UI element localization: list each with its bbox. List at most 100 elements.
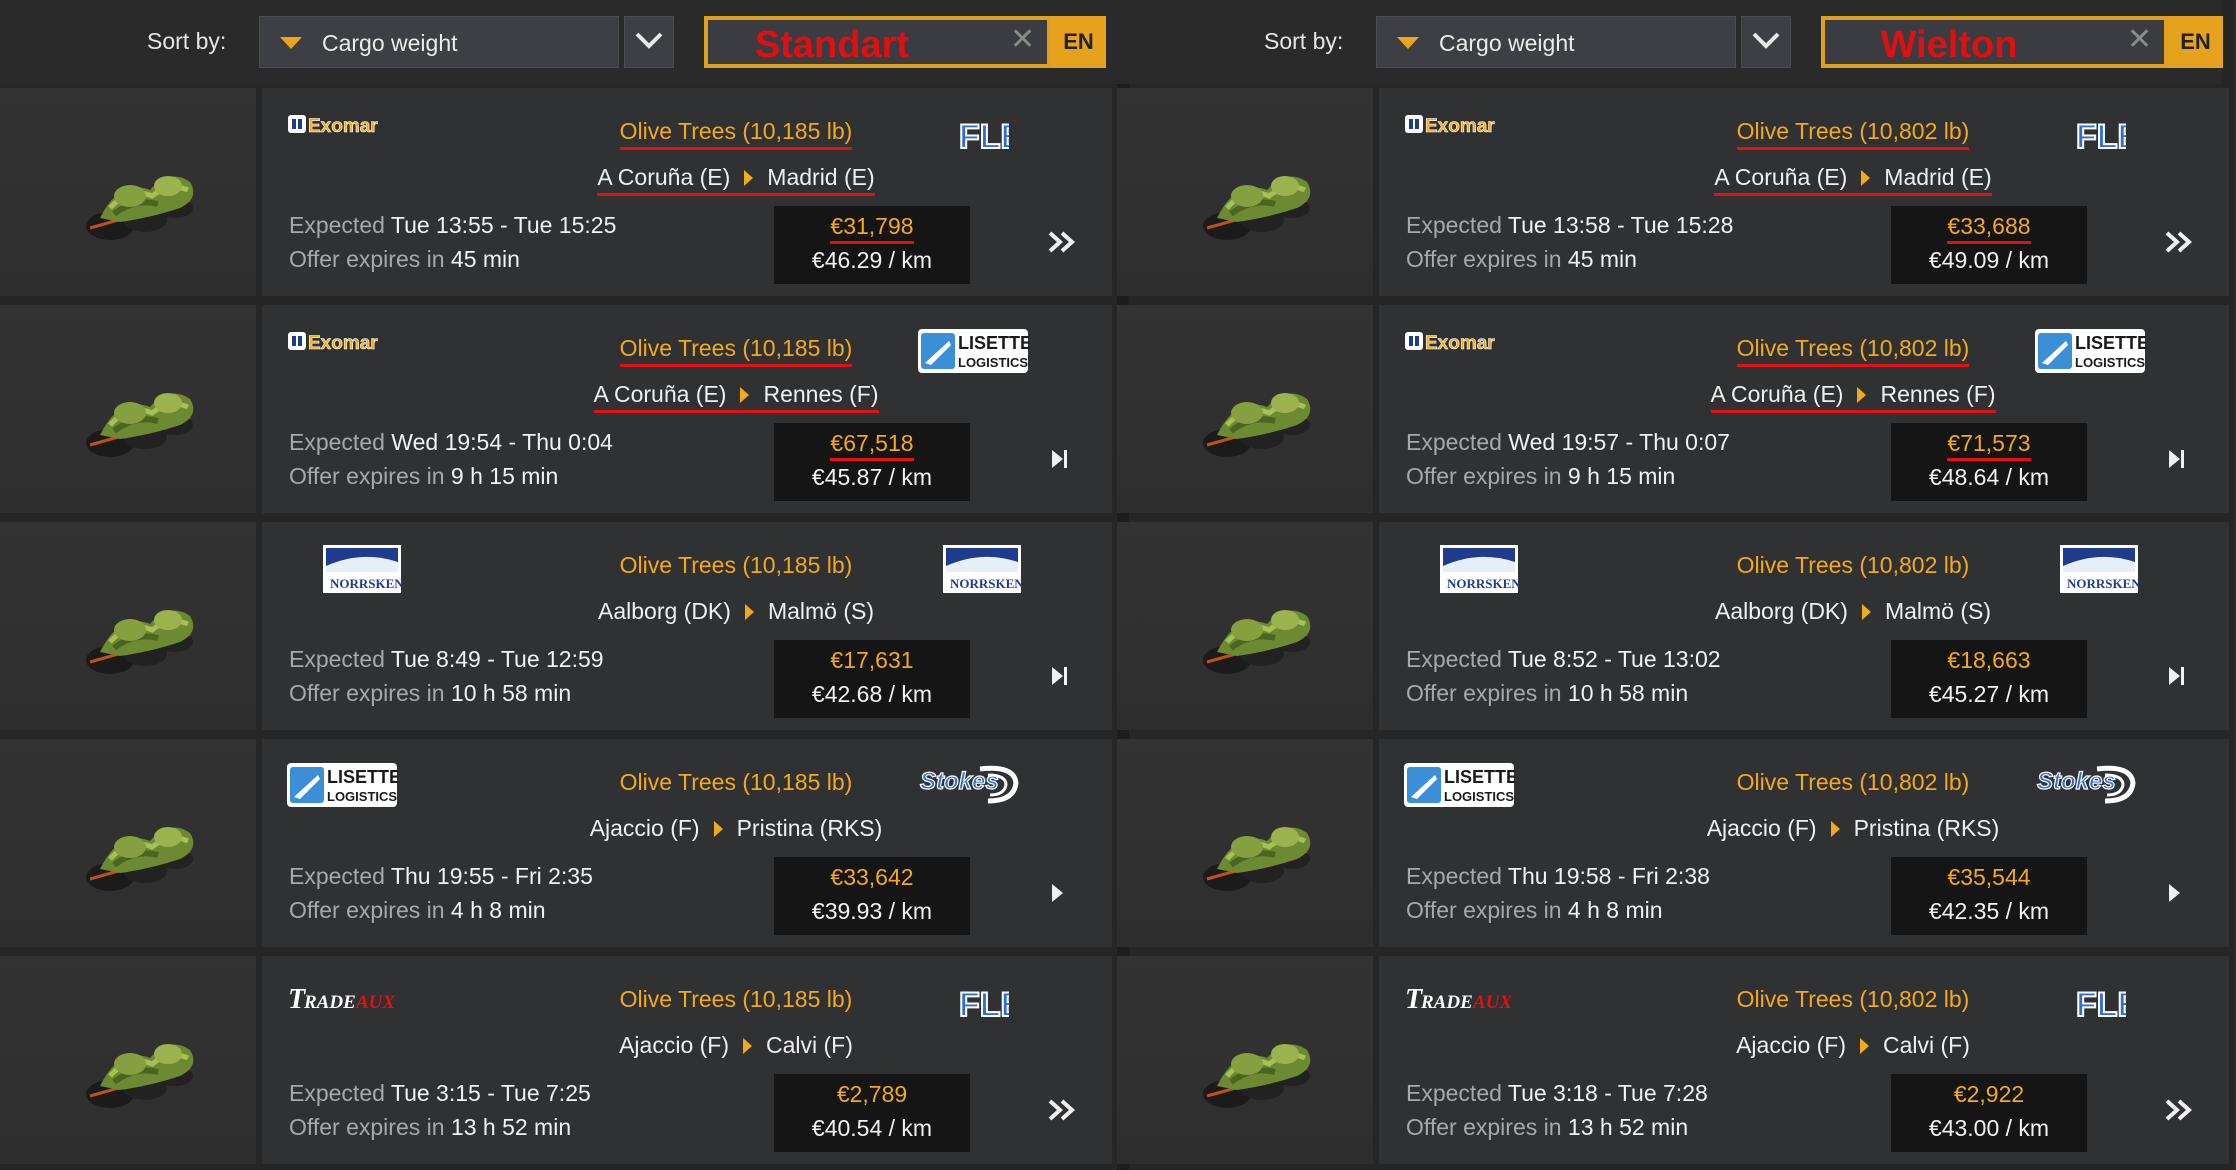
job-price: €17,631	[830, 647, 914, 673]
price-per-km: €45.87 / km	[811, 464, 933, 490]
search-input[interactable]: Standart ✕	[704, 16, 1051, 68]
sort-direction-icon[interactable]	[280, 37, 302, 49]
route-arrow-icon	[1861, 170, 1871, 186]
expected-time: Expected Tue 8:52 - Tue 13:02	[1406, 646, 1721, 672]
play-icon[interactable]	[1047, 881, 1067, 910]
skip-forward-icon[interactable]	[1047, 664, 1071, 693]
route: Ajaccio (F) Calvi (F)	[1641, 1032, 2065, 1059]
skip-forward-icon[interactable]	[2164, 664, 2188, 693]
svg-text:Exomar: Exomar	[308, 116, 378, 137]
source-company-logo: Exomar	[1403, 327, 1503, 371]
job-card[interactable]: TRADEAUX FLE Olive Trees (10,802 lb) Ajacci…	[1379, 956, 2229, 1164]
job-offer-row[interactable]: LISETTE LOGISTICS Stokes Olive Trees (10,80…	[1117, 739, 2229, 947]
cargo-name: Olive Trees (10,185 lb)	[524, 552, 948, 579]
job-card[interactable]: Exomar LISETTE LOGISTICS Olive Trees (10,18…	[262, 305, 1112, 513]
job-price: €2,922	[1953, 1081, 2025, 1107]
job-price: €33,642	[830, 864, 914, 890]
price-per-km: €48.64 / km	[1928, 464, 2050, 490]
sort-label: Sort by:	[147, 28, 227, 54]
route: Ajaccio (F) Pristina (RKS)	[1641, 815, 2065, 842]
cargo-thumbnail	[1117, 522, 1373, 730]
job-card[interactable]: Exomar FLE Olive Trees (10,185 lb) A Coruña…	[262, 88, 1112, 296]
job-offer-row[interactable]: NORRSKEN NORRSKEN Olive Trees (10,802 lb) A…	[1117, 522, 2229, 730]
route-from: Ajaccio (F)	[1736, 1032, 1846, 1058]
job-market-comparison: Sort by: Cargo weight Standart ✕ EN Exomar FLE…	[0, 0, 2236, 1170]
cargo-name: Olive Trees (10,185 lb)	[524, 335, 948, 367]
job-card[interactable]: TRADEAUX FLE Olive Trees (10,185 lb) Ajacci…	[262, 956, 1112, 1164]
job-offer-row[interactable]: Exomar FLE Olive Trees (10,185 lb) A Coruña…	[0, 88, 1117, 296]
cargo-label: Olive Trees (10,802 lb)	[1736, 769, 1970, 795]
route-from: A Coruña (E)	[1710, 381, 1844, 407]
job-offer-row[interactable]: Exomar FLE Olive Trees (10,802 lb) A Coruña…	[1117, 88, 2229, 296]
svg-text:NORRSKEN: NORRSKEN	[950, 576, 1022, 591]
price-box: €2,922 €43.00 / km	[1891, 1074, 2087, 1152]
price-per-km: €39.93 / km	[811, 898, 933, 924]
cargo-name: Olive Trees (10,185 lb)	[524, 118, 948, 150]
job-offer-row[interactable]: NORRSKEN NORRSKEN Olive Trees (10,185 lb) A…	[0, 522, 1117, 730]
price-per-km: €40.54 / km	[811, 1115, 933, 1141]
sort-select[interactable]: Cargo weight	[259, 16, 619, 68]
language-button[interactable]: EN	[2168, 16, 2223, 68]
route-from: A Coruña (E)	[1714, 164, 1848, 190]
skip-forward-icon[interactable]	[1047, 447, 1071, 476]
route: A Coruña (E) Madrid (E)	[524, 164, 948, 196]
skip-forward-icon[interactable]	[2164, 447, 2188, 476]
olive-trees-image	[1157, 1006, 1337, 1121]
source-company-logo: Exomar	[286, 110, 386, 154]
sort-direction-icon[interactable]	[1397, 37, 1419, 49]
fast-forward-icon[interactable]	[1047, 1098, 1077, 1127]
offer-expiry: Offer expires in 9 h 15 min	[1406, 463, 1676, 489]
job-price: €71,573	[1891, 430, 2087, 461]
fast-forward-icon[interactable]	[2164, 1098, 2194, 1127]
fast-forward-icon[interactable]	[2164, 230, 2194, 259]
job-card[interactable]: LISETTE LOGISTICS Stokes Olive Trees (10,80…	[1379, 739, 2229, 947]
svg-text:LOGISTICS: LOGISTICS	[958, 355, 1028, 370]
target-company-logo: FLE	[2074, 110, 2141, 157]
expected-time: Expected Tue 3:18 - Tue 7:28	[1406, 1080, 1708, 1106]
job-offer-row[interactable]: LISETTE LOGISTICS Stokes Olive Trees (10,18…	[0, 739, 1117, 947]
sort-dropdown-button[interactable]	[624, 16, 674, 68]
job-card[interactable]: LISETTE LOGISTICS Stokes Olive Trees (10,18…	[262, 739, 1112, 947]
price-box: €31,798 €46.29 / km	[774, 206, 970, 284]
sort-value: Cargo weight	[1439, 30, 1575, 56]
clear-search-icon[interactable]: ✕	[1010, 22, 1040, 62]
svg-text:NORRSKEN: NORRSKEN	[1447, 576, 1519, 591]
cargo-label: Olive Trees (10,185 lb)	[619, 118, 853, 150]
job-card[interactable]: Exomar FLE Olive Trees (10,802 lb) A Coruña…	[1379, 88, 2229, 296]
job-offer-row[interactable]: TRADEAUX FLE Olive Trees (10,185 lb) Ajacci…	[0, 956, 1117, 1164]
olive-trees-image	[40, 572, 220, 687]
job-card[interactable]: NORRSKEN NORRSKEN Olive Trees (10,185 lb) A…	[262, 522, 1112, 730]
cargo-label: Olive Trees (10,185 lb)	[619, 335, 853, 367]
job-offer-row[interactable]: Exomar LISETTE LOGISTICS Olive Trees (10,80…	[1117, 305, 2229, 513]
cargo-label: Olive Trees (10,185 lb)	[619, 986, 853, 1012]
route-to: Rennes (F)	[1880, 381, 1996, 407]
sort-dropdown-button[interactable]	[1741, 16, 1791, 68]
route-to: Malmö (S)	[1884, 598, 1991, 624]
job-card[interactable]: NORRSKEN NORRSKEN Olive Trees (10,802 lb) A…	[1379, 522, 2229, 730]
expected-time: Expected Tue 3:15 - Tue 7:25	[289, 1080, 591, 1106]
play-icon[interactable]	[2164, 881, 2184, 910]
route-arrow-icon	[740, 387, 750, 403]
route-arrow-icon	[1857, 387, 1867, 403]
job-price: €67,518	[774, 430, 970, 461]
olive-trees-image	[1157, 355, 1337, 470]
olive-trees-image	[40, 789, 220, 904]
language-button[interactable]: EN	[1051, 16, 1106, 68]
route-from: A Coruña (E)	[597, 164, 731, 190]
sort-label: Sort by:	[1264, 28, 1344, 54]
job-offer-row[interactable]: Exomar LISETTE LOGISTICS Olive Trees (10,18…	[0, 305, 1117, 513]
target-company-logo: NORRSKEN	[942, 544, 1024, 593]
route: Ajaccio (F) Calvi (F)	[524, 1032, 948, 1059]
sort-select[interactable]: Cargo weight	[1376, 16, 1736, 68]
job-offer-row[interactable]: TRADEAUX FLE Olive Trees (10,802 lb) Ajacci…	[1117, 956, 2229, 1164]
cargo-thumbnail	[0, 739, 256, 947]
price-per-km: €49.09 / km	[1928, 247, 2050, 273]
olive-trees-image	[1157, 138, 1337, 253]
cargo-name: Olive Trees (10,802 lb)	[1641, 118, 2065, 150]
job-card[interactable]: Exomar LISETTE LOGISTICS Olive Trees (10,80…	[1379, 305, 2229, 513]
search-input[interactable]: Wielton ✕	[1821, 16, 2168, 68]
route-to: Malmö (S)	[767, 598, 874, 624]
clear-search-icon[interactable]: ✕	[2127, 22, 2157, 62]
fast-forward-icon[interactable]	[1047, 230, 1077, 259]
expected-time: Expected Thu 19:55 - Fri 2:35	[289, 863, 593, 889]
